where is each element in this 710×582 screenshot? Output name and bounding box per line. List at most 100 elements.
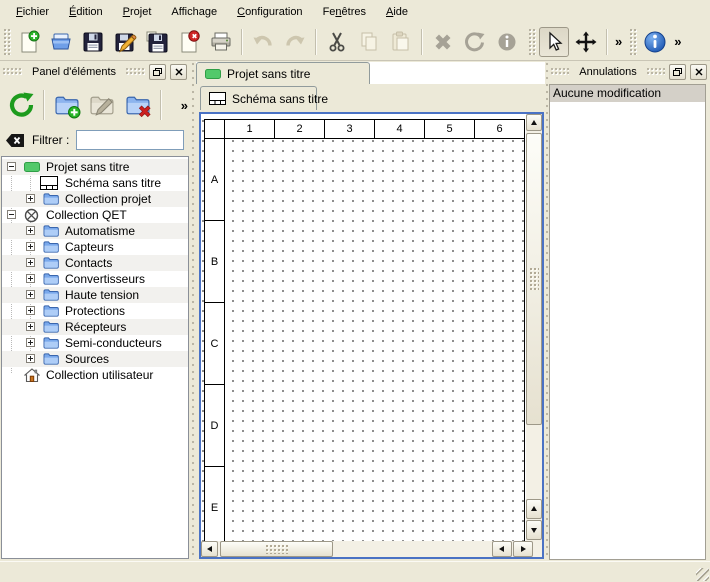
dock-close-button[interactable] [690, 64, 707, 80]
expand-expander-icon[interactable] [26, 290, 35, 299]
clear-filter-icon[interactable] [5, 133, 25, 148]
diagram-canvas[interactable]: 1 2 3 4 5 6 A B C D E [201, 114, 526, 541]
reload-collections-button[interactable] [6, 88, 37, 122]
tree-item-automatisme[interactable]: Automatisme [2, 223, 188, 239]
toolbar-separator [241, 29, 243, 55]
dock-float-button[interactable] [669, 64, 686, 80]
menu-label: e [211, 6, 217, 18]
tree-item-recepteurs[interactable]: Récepteurs [2, 319, 188, 335]
selection-mode-button[interactable] [539, 27, 569, 57]
new-document-icon [17, 30, 41, 54]
menu-affichage[interactable]: Affichage [161, 2, 227, 22]
rotate-button[interactable] [460, 27, 490, 57]
expand-expander-icon[interactable] [26, 194, 35, 203]
undo-history-list[interactable]: Aucune modification [549, 84, 706, 560]
horizontal-scrollbar[interactable] [201, 541, 542, 557]
tree-item-collection-utilisateur[interactable]: Collection utilisateur [2, 367, 188, 383]
tab-projet-sans-titre[interactable]: Projet sans titre [196, 62, 370, 84]
panel-overflow-chevron[interactable]: » [178, 98, 190, 113]
refresh-icon [8, 91, 36, 119]
tree-item-project[interactable]: Projet sans titre [2, 159, 188, 175]
menu-projet[interactable]: Projet [113, 2, 162, 22]
window-resize-grip[interactable] [696, 568, 709, 581]
elements-panel-titlebar[interactable]: Panel d'éléments [0, 62, 190, 82]
new-category-button[interactable] [51, 88, 82, 122]
menu-label: ide [393, 6, 408, 18]
tree-item-semi-conducteurs[interactable]: Semi-conducteurs [2, 335, 188, 351]
toolbar-drag-handle[interactable] [529, 29, 536, 55]
expand-expander-icon[interactable] [26, 242, 35, 251]
save-as-button[interactable] [110, 27, 140, 57]
menu-fichier[interactable]: Fichier [6, 2, 59, 22]
tree-item-protections[interactable]: Protections [2, 303, 188, 319]
column-header: 1 [224, 119, 275, 139]
dock-close-button[interactable] [170, 64, 187, 80]
toolbar-drag-handle[interactable] [4, 29, 11, 55]
vertical-scrollbar[interactable] [526, 114, 542, 541]
new-document-button[interactable] [14, 27, 44, 57]
folder-icon [43, 192, 59, 205]
expand-expander-icon[interactable] [26, 226, 35, 235]
about-button[interactable] [640, 27, 670, 57]
scroll-up-button-2[interactable] [526, 499, 542, 519]
expand-expander-icon[interactable] [26, 354, 35, 363]
scroll-left-button[interactable] [201, 541, 218, 557]
tree-item-schema[interactable]: Schéma sans titre [2, 175, 188, 191]
menu-aide[interactable]: Aide [376, 2, 418, 22]
info-blue-icon [642, 29, 668, 55]
expand-expander-icon[interactable] [26, 338, 35, 347]
copy-button[interactable] [354, 27, 384, 57]
open-document-button[interactable] [46, 27, 76, 57]
tree-item-haute-tension[interactable]: Haute tension [2, 287, 188, 303]
tree-item-capteurs[interactable]: Capteurs [2, 239, 188, 255]
print-button[interactable] [206, 27, 236, 57]
tree-item-collection-qet[interactable]: Collection QET [2, 207, 188, 223]
scroll-left-button-2[interactable] [492, 541, 512, 557]
toolbar-overflow-chevron[interactable]: » [671, 34, 683, 49]
diagram-view[interactable]: 1 2 3 4 5 6 A B C D E [199, 112, 544, 559]
tree-item-sources[interactable]: Sources [2, 351, 188, 367]
column-header: 4 [374, 119, 425, 139]
cut-button[interactable] [322, 27, 352, 57]
expand-expander-icon[interactable] [26, 322, 35, 331]
toolbar-separator [160, 90, 162, 120]
tree-item-collection-projet[interactable]: Collection projet [2, 191, 188, 207]
expand-expander-icon[interactable] [26, 306, 35, 315]
undo-list-item[interactable]: Aucune modification [550, 85, 705, 102]
scroll-down-button[interactable] [526, 520, 542, 540]
dock-float-button[interactable] [149, 64, 166, 80]
visualisation-mode-button[interactable] [571, 27, 601, 57]
delete-button[interactable] [428, 27, 458, 57]
redo-button[interactable] [280, 27, 310, 57]
filter-input[interactable] [76, 130, 184, 150]
horizontal-scrollbar-thumb[interactable] [220, 541, 333, 557]
scroll-up-button[interactable] [526, 114, 542, 131]
tree-item-convertisseurs[interactable]: Convertisseurs [2, 271, 188, 287]
undo-dock-titlebar[interactable]: Annulations [548, 62, 710, 82]
collapse-expander-icon[interactable] [7, 162, 16, 171]
folder-icon [43, 320, 59, 333]
menu-configuration[interactable]: Configuration [227, 2, 312, 22]
collapse-expander-icon[interactable] [7, 210, 16, 219]
menu-fenetres[interactable]: Fenêtres [313, 2, 376, 22]
delete-category-button[interactable] [122, 88, 153, 122]
menu-label: F [16, 6, 23, 18]
expand-expander-icon[interactable] [26, 274, 35, 283]
status-bar [0, 561, 710, 582]
close-document-button[interactable] [174, 27, 204, 57]
save-button[interactable] [78, 27, 108, 57]
menu-edition[interactable]: Édition [59, 2, 113, 22]
edit-category-button[interactable] [87, 88, 118, 122]
tree-item-contacts[interactable]: Contacts [2, 255, 188, 271]
element-infos-button[interactable] [492, 27, 522, 57]
toolbar-overflow-chevron[interactable]: » [612, 34, 624, 49]
undo-button[interactable] [248, 27, 278, 57]
tree-item-label: Récepteurs [65, 320, 126, 334]
paste-button[interactable] [386, 27, 416, 57]
vertical-scrollbar-thumb[interactable] [526, 133, 542, 425]
tab-schema-sans-titre[interactable]: Schéma sans titre [200, 86, 317, 110]
save-all-button[interactable] [142, 27, 172, 57]
toolbar-drag-handle[interactable] [630, 29, 637, 55]
scroll-right-button[interactable] [513, 541, 533, 557]
expand-expander-icon[interactable] [26, 258, 35, 267]
